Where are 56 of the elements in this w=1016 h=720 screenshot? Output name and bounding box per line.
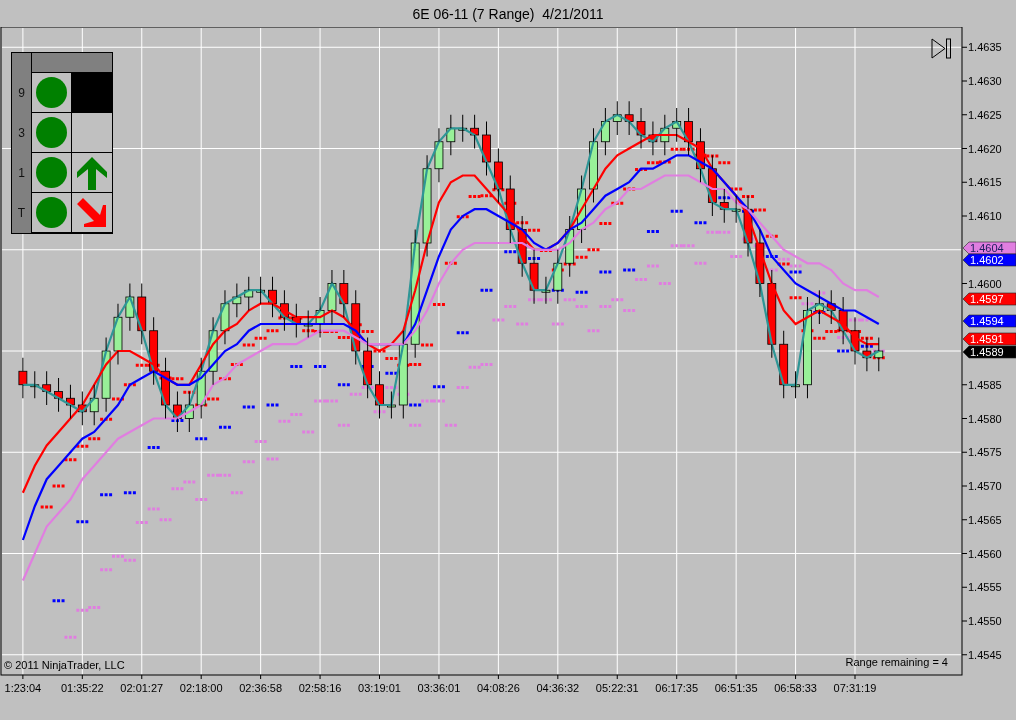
- time-label: 03:19:01: [358, 682, 401, 694]
- price-marker: 1.4591: [962, 332, 1016, 346]
- price-marker: 1.4589: [962, 345, 1016, 359]
- time-label: 03:36:01: [417, 682, 461, 694]
- candlestick: [553, 249, 563, 305]
- price-label: 1.4620: [968, 142, 1002, 155]
- price-marker: 1.4597: [962, 292, 1016, 306]
- row-label: T: [16, 205, 27, 222]
- candlestick: [636, 107, 646, 149]
- price-label: 1.4575: [968, 446, 1002, 459]
- status-text: Range remaining = 4: [845, 656, 948, 668]
- price-label: 1.4560: [968, 547, 1002, 560]
- price-label: 1.4565: [968, 513, 1002, 526]
- candlestick: [482, 121, 491, 176]
- price-label: 1.4610: [968, 210, 1002, 222]
- candlestick: [387, 391, 396, 419]
- time-label: 02:58:16: [298, 682, 342, 694]
- time-label: 06:58:33: [774, 682, 817, 694]
- row-label: 9: [17, 85, 26, 102]
- copyright-text: © 2011 NinjaTrader, LLC: [4, 659, 125, 671]
- price-label: 1.4555: [968, 581, 1002, 594]
- chart-title: 6E 06-11 (7 Range) 4/21/2011: [412, 5, 604, 22]
- time-label: 1:23:04: [4, 682, 42, 694]
- candlestick: [779, 330, 789, 399]
- price-marker: 1.4604: [962, 241, 1016, 255]
- price-marker: 1.4602: [962, 253, 1016, 267]
- price-label: 1.4585: [968, 378, 1002, 391]
- price-marker: 1.4594: [962, 314, 1016, 328]
- candlestick: [137, 283, 147, 345]
- candlestick: [375, 370, 384, 419]
- time-label: 07:31:19: [833, 682, 877, 694]
- candlestick: [339, 269, 349, 318]
- price-label: 1.4630: [968, 75, 1002, 87]
- time-label: 01:35:22: [60, 682, 104, 694]
- price-label: 1.4625: [968, 108, 1002, 121]
- time-label: 06:51:35: [714, 682, 758, 694]
- time-label: 04:08:26: [476, 682, 520, 694]
- row-label: 3: [17, 125, 26, 142]
- price-label: 1.4580: [968, 412, 1002, 425]
- row-label: 1: [17, 165, 26, 182]
- candlestick: [434, 127, 444, 183]
- time-label: 02:01:27: [120, 682, 164, 694]
- price-label: 1.4615: [968, 176, 1002, 189]
- time-label: 05:22:31: [595, 682, 639, 694]
- candlestick: [18, 357, 28, 399]
- price-label: 1.4545: [968, 648, 1002, 661]
- price-label: 1.4600: [968, 277, 1002, 290]
- candlestick: [493, 148, 503, 203]
- time-label: 04:36:32: [536, 682, 580, 694]
- time-label: 02:18:00: [179, 682, 223, 694]
- time-label: 06:17:35: [655, 682, 699, 694]
- price-label: 1.4550: [968, 615, 1002, 627]
- candlestick: [89, 384, 99, 426]
- time-label: 02:36:58: [239, 682, 283, 694]
- price-label: 1.4570: [968, 480, 1002, 492]
- price-label: 1.4635: [968, 41, 1002, 54]
